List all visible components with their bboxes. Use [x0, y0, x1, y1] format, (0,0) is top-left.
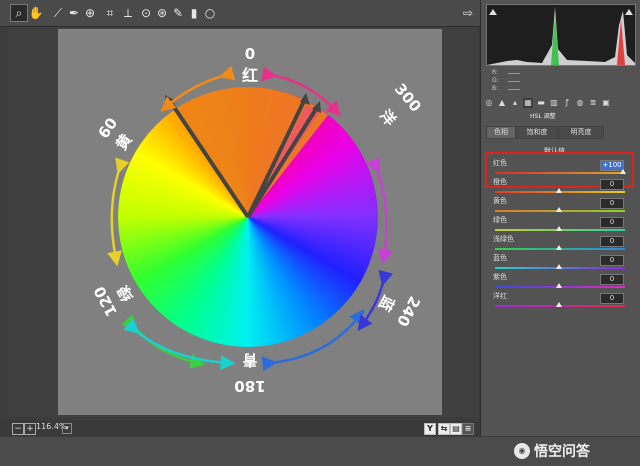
slider-track[interactable] — [495, 172, 625, 174]
slider-value-field[interactable]: 0 — [600, 217, 624, 228]
panel-title: HSL 调整 — [530, 113, 556, 120]
snapshots-tab-icon[interactable]: ▣ — [601, 98, 611, 108]
camera-tab-icon[interactable]: ◍ — [575, 98, 585, 108]
watermark-text: 悟空问答 — [534, 444, 590, 460]
hand-icon[interactable]: ✋ — [28, 5, 44, 21]
slider-thumb[interactable] — [556, 283, 562, 288]
histogram-graph — [487, 7, 635, 65]
zoom-icon[interactable]: ⌕ — [10, 4, 28, 22]
slider-label: 蓝色 — [493, 254, 507, 262]
slider-thumb[interactable] — [556, 264, 562, 269]
watermark-logo-icon: ◉ — [514, 443, 530, 459]
hsl-subtabs: 色相 饱和度 明亮度 — [486, 126, 638, 139]
slider-label: 紫色 — [493, 273, 507, 281]
zoom-out-button[interactable]: − — [12, 423, 24, 435]
slider-thumb[interactable] — [556, 302, 562, 307]
hsl-tab-icon[interactable]: ▦ — [523, 98, 533, 108]
slider-label: 红色 — [493, 159, 507, 167]
presets-tab-icon[interactable]: ≣ — [588, 98, 598, 108]
slider-value-field[interactable]: 0 — [600, 274, 624, 285]
split-toning-tab-icon[interactable]: ▬ — [536, 98, 546, 108]
basic-tab-icon[interactable]: ◎ — [484, 98, 494, 108]
preview-image: 0 红 洋 300 蓝 240 青 180 绿 120 黄 60 — [58, 29, 442, 415]
brush-icon[interactable]: ✎ — [170, 5, 186, 21]
status-bar: − + 116.4% ▾ Y ⇆ ▤ ≡ — [0, 420, 480, 436]
zoom-dropdown[interactable]: ▾ — [62, 423, 72, 434]
degree-left-bottom: 120 — [90, 283, 121, 319]
degree-top: 0 — [245, 45, 255, 63]
straighten-icon[interactable]: ⟂ — [120, 5, 136, 21]
arrow-left-top — [107, 157, 130, 267]
tab-saturation[interactable]: 饱和度 — [516, 126, 558, 139]
hue-wheel-diagram: 0 红 洋 300 蓝 240 青 180 绿 120 黄 60 — [90, 45, 425, 395]
degree-right-top: 300 — [391, 80, 425, 116]
label-top: 红 — [242, 66, 258, 85]
red-eye-icon[interactable]: ⊛ — [154, 5, 170, 21]
panel-tabs: ◎ ▲ ▴ ▦ ▬ ▥ ƒ ◍ ≣ ▣ — [484, 98, 638, 108]
swap-icon[interactable]: ⇆ — [438, 423, 450, 435]
label-right-top: 洋 — [376, 106, 399, 129]
slider-thumb[interactable] — [556, 226, 562, 231]
slider-label: 黄色 — [493, 197, 507, 205]
graduated-filter-icon[interactable]: ▮ — [186, 5, 202, 21]
preview-canvas[interactable]: 0 红 洋 300 蓝 240 青 180 绿 120 黄 60 — [8, 27, 478, 417]
rgb-b-label: B: — [492, 85, 499, 92]
copy-settings-icon[interactable]: ▤ — [450, 423, 462, 435]
white-balance-icon[interactable]: ⟋ — [50, 5, 66, 21]
export-icon[interactable]: ⇨ — [460, 5, 476, 21]
lens-tab-icon[interactable]: ▥ — [549, 98, 559, 108]
crop-icon[interactable]: ⌗ — [102, 5, 118, 21]
slider-label: 洋红 — [493, 292, 507, 300]
radial-filter-icon[interactable]: ○ — [202, 5, 218, 21]
degree-right-bottom: 240 — [393, 293, 424, 329]
slider-label: 浅绿色 — [493, 235, 514, 243]
slider-label: 橙色 — [493, 178, 507, 186]
degree-bottom: 180 — [234, 377, 265, 395]
slider-thumb[interactable] — [556, 207, 562, 212]
target-adjust-icon[interactable]: ⊕ — [82, 5, 98, 21]
tone-curve-tab-icon[interactable]: ▲ — [497, 98, 507, 108]
slider-thumb[interactable] — [556, 188, 562, 193]
slider-value-field[interactable]: 0 — [600, 179, 624, 190]
watermark: ◉ 悟空问答 — [514, 443, 590, 460]
histogram — [486, 4, 636, 66]
zoom-in-button[interactable]: + — [24, 423, 36, 435]
slider-thumb[interactable] — [556, 245, 562, 250]
fx-tab-icon[interactable]: ƒ — [562, 98, 572, 108]
slider-value-field[interactable]: 0 — [600, 293, 624, 304]
highlight-clip-icon[interactable] — [625, 9, 633, 15]
settings-icon[interactable]: ≡ — [462, 423, 474, 435]
tab-luminance[interactable]: 明亮度 — [558, 126, 604, 139]
spot-removal-icon[interactable]: ⊙ — [138, 5, 154, 21]
color-sampler-icon[interactable]: ✒ — [66, 5, 82, 21]
rgb-g-label: G: — [492, 77, 499, 84]
slider-value-field[interactable]: 0 — [600, 198, 624, 209]
rgb-b-value — [508, 89, 520, 90]
rgb-r-value — [508, 73, 520, 74]
slider-thumb[interactable] — [620, 169, 626, 174]
rgb-g-value — [508, 81, 520, 82]
tab-hue[interactable]: 色相 — [486, 126, 516, 139]
slider-label: 绿色 — [493, 216, 507, 224]
rgb-r-label: R: — [492, 69, 499, 76]
shifted-red-sector — [175, 86, 328, 217]
label-left-top: 黄 — [112, 131, 135, 154]
detail-tab-icon[interactable]: ▴ — [510, 98, 520, 108]
shadow-clip-icon[interactable] — [489, 9, 497, 15]
label-left-bottom: 绿 — [114, 282, 137, 305]
slider-value-field[interactable]: 0 — [600, 255, 624, 266]
before-after-y-button[interactable]: Y — [424, 423, 436, 435]
label-bottom: 青 — [242, 351, 257, 369]
slider-value-field[interactable]: 0 — [600, 236, 624, 247]
